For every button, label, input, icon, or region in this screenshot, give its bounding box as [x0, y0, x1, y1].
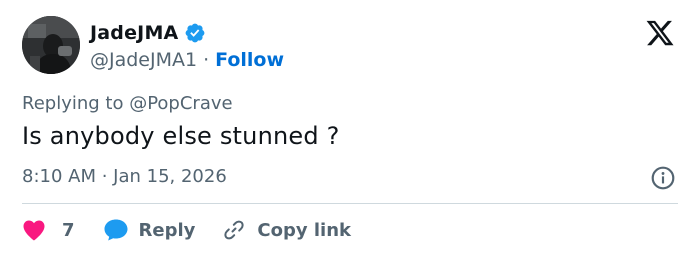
- author-handle-row: @JadeJMA1 · Follow: [90, 48, 284, 72]
- link-icon: [224, 220, 244, 240]
- replying-prefix: Replying to: [22, 93, 130, 114]
- replying-to-handle[interactable]: @PopCrave: [129, 93, 232, 114]
- reply-button[interactable]: Reply: [103, 218, 196, 242]
- follow-button[interactable]: Follow: [215, 49, 284, 71]
- divider: [22, 203, 678, 204]
- avatar-image: [22, 16, 80, 74]
- verified-badge-icon: [186, 23, 205, 43]
- copy-link-label: Copy link: [257, 219, 351, 241]
- copy-link-button[interactable]: Copy link: [221, 218, 351, 242]
- info-icon[interactable]: [650, 165, 676, 191]
- author-handle[interactable]: @JadeJMA1: [90, 49, 197, 71]
- action-bar: 7 Reply Copy link: [22, 213, 377, 247]
- post-timestamp[interactable]: 8:10 AM · Jan 15, 2026: [22, 166, 227, 187]
- heart-icon: [23, 220, 45, 241]
- separator-dot: ·: [203, 49, 210, 71]
- reply-bubble-icon: [104, 219, 128, 241]
- like-button[interactable]: 7: [22, 219, 75, 241]
- avatar[interactable]: [22, 16, 80, 74]
- reply-label: Reply: [138, 219, 196, 241]
- replying-to-line: Replying to @PopCrave: [22, 93, 233, 114]
- author-display-name[interactable]: JadeJMA: [90, 22, 178, 44]
- x-logo-icon[interactable]: [645, 18, 675, 48]
- author-name-row: JadeJMA: [90, 20, 206, 46]
- like-count: 7: [62, 219, 75, 241]
- embedded-post-card: JadeJMA @JadeJMA1 · Follow Replying to @…: [0, 0, 700, 256]
- post-text: Is anybody else stunned ?: [22, 122, 340, 150]
